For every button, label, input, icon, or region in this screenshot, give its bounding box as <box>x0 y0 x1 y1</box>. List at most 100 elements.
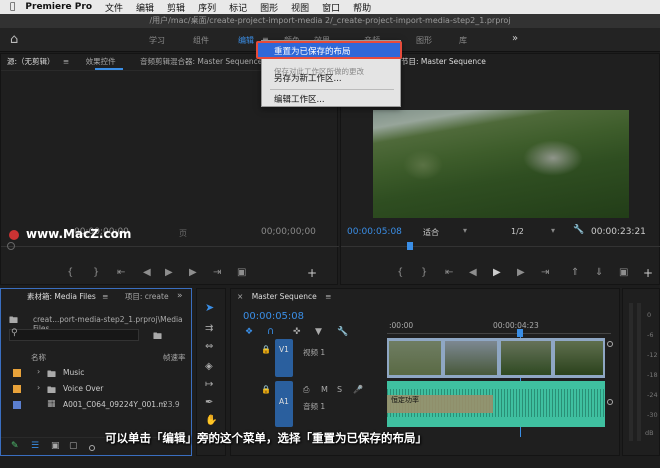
play-icon[interactable]: ▶ <box>165 267 173 278</box>
track-height-handle[interactable] <box>607 399 613 405</box>
menu-sequence[interactable]: 序列 <box>198 1 216 14</box>
menu-view[interactable]: 视图 <box>291 1 309 14</box>
program-mark-out-icon[interactable]: } <box>421 267 427 278</box>
go-to-in-icon[interactable]: ⇤ <box>117 267 125 278</box>
menu-edit[interactable]: 编辑 <box>136 1 154 14</box>
extract-icon[interactable]: ⇓ <box>595 267 603 278</box>
menu-markers[interactable]: 标记 <box>229 1 247 14</box>
add-button-icon[interactable]: + <box>307 266 317 280</box>
column-name[interactable]: 名称 <box>31 352 46 363</box>
tab-program[interactable]: 节目: Master Sequence <box>401 57 486 66</box>
a1-lock-icon[interactable]: 🔒 <box>261 385 271 394</box>
bin-search-input[interactable] <box>9 329 139 341</box>
mic-icon[interactable]: 🎤 <box>353 385 363 394</box>
more-workspaces-icon[interactable]: » <box>512 33 518 44</box>
tab-editing[interactable]: 编辑 <box>238 35 254 46</box>
tab-effect-controls[interactable]: 效果控件 <box>86 57 116 66</box>
resolution-dropdown-arrow-icon[interactable]: ▾ <box>551 226 555 235</box>
tab-assembly[interactable]: 组件 <box>193 35 209 46</box>
step-forward-icon[interactable]: ▶ <box>189 267 197 278</box>
menu-file[interactable]: 文件 <box>105 1 123 14</box>
tab-source[interactable]: 源:（无剪辑） <box>7 57 55 66</box>
solo-s-icon[interactable]: S <box>337 385 342 394</box>
nest-icon[interactable]: ❖ <box>245 327 253 337</box>
timeline-settings-icon[interactable]: 🔧 <box>337 327 348 337</box>
app-name[interactable]: Premiere Pro <box>25 2 92 12</box>
step-back-icon[interactable]: ◀ <box>143 267 151 278</box>
list-view-icon[interactable]: ☰ <box>31 441 39 451</box>
mark-in-icon[interactable]: { <box>67 267 73 278</box>
video-clip[interactable] <box>387 338 605 378</box>
program-timecode[interactable]: 00:00:05:08 <box>347 227 402 237</box>
home-icon[interactable]: ⌂ <box>10 32 18 47</box>
timeline-timecode[interactable]: 00:00:05:08 <box>243 311 304 322</box>
icon-view-icon[interactable]: ▣ <box>51 441 60 451</box>
slip-icon[interactable]: ↦ <box>205 379 213 390</box>
program-playhead[interactable] <box>407 242 413 250</box>
menu-item-edit-workspaces[interactable]: 编辑工作区... <box>274 93 325 105</box>
new-bin-icon[interactable]: 🖿 <box>153 329 162 345</box>
time-ruler[interactable] <box>387 333 611 334</box>
program-scrubber[interactable] <box>341 246 660 247</box>
disclosure-arrow-icon[interactable]: › <box>37 367 40 376</box>
program-go-to-out-icon[interactable]: ⇥ <box>541 267 549 278</box>
resolution-dropdown[interactable]: 1/2 <box>511 227 524 236</box>
tab-project[interactable]: 项目: create <box>125 292 169 301</box>
track-select-icon[interactable]: ⇉ <box>205 323 213 334</box>
program-step-back-icon[interactable]: ◀ <box>469 267 477 278</box>
timeline-menu-icon[interactable]: ≡ <box>325 292 331 301</box>
scrubber-handle-left[interactable] <box>7 242 15 250</box>
program-add-button-icon[interactable]: + <box>643 266 653 280</box>
freeform-view-icon[interactable]: ▢ <box>69 441 78 451</box>
column-frame-rate[interactable]: 帧速率 <box>163 352 186 363</box>
list-item[interactable]: › 🖿 Music <box>7 367 191 381</box>
snap-icon[interactable]: ∩ <box>267 326 274 337</box>
program-export-frame-icon[interactable]: ▣ <box>619 267 628 278</box>
tab-graphics[interactable]: 图形 <box>416 35 432 46</box>
pencil-icon[interactable]: ✎ <box>11 441 19 451</box>
audio-clip[interactable]: 恒定功率 <box>387 381 605 427</box>
fit-dropdown-arrow-icon[interactable]: ▾ <box>463 226 467 235</box>
fit-dropdown[interactable]: 适合 <box>423 227 439 238</box>
program-go-to-in-icon[interactable]: ⇤ <box>445 267 453 278</box>
add-marker-icon[interactable]: ▼ <box>315 327 322 337</box>
go-to-out-icon[interactable]: ⇥ <box>213 267 221 278</box>
close-tab-icon[interactable]: × <box>237 292 243 301</box>
program-play-icon[interactable]: ▶ <box>493 267 501 278</box>
track-height-handle[interactable] <box>607 341 613 347</box>
mark-out-icon[interactable]: } <box>93 267 99 278</box>
wrench-icon[interactable]: 🔧 <box>573 225 584 235</box>
list-item[interactable]: ▦ A001_C064_09224Y_001.m 23.9 <box>7 399 191 413</box>
disclosure-arrow-icon[interactable]: › <box>37 383 40 392</box>
menu-graphics[interactable]: 图形 <box>260 1 278 14</box>
tab-bin-media-files[interactable]: 素材箱: Media Files <box>27 292 96 301</box>
menu-item-save-as-new[interactable]: 另存为新工作区... <box>274 72 342 84</box>
razor-icon[interactable]: ◈ <box>205 361 213 372</box>
linked-selection-icon[interactable]: ✜ <box>293 327 301 337</box>
ripple-edit-icon[interactable]: ⇔ <box>205 341 213 352</box>
lift-icon[interactable]: ⇑ <box>571 267 579 278</box>
menu-help[interactable]: 帮助 <box>353 1 371 14</box>
tab-audio-clip-mixer[interactable]: 音频剪辑混合器: Master Sequence <box>140 57 262 66</box>
menu-clip[interactable]: 剪辑 <box>167 1 185 14</box>
v1-lock-icon[interactable]: 🔒 <box>261 345 271 354</box>
pen-icon[interactable]: ✒ <box>205 397 213 408</box>
selection-tool-icon[interactable]: ➤ <box>205 301 214 314</box>
tab-master-sequence[interactable]: Master Sequence <box>252 292 317 301</box>
solo-icon[interactable]: M <box>321 385 328 394</box>
bin-menu-icon[interactable]: ≡ <box>102 292 108 301</box>
tab-libraries[interactable]: 库 <box>459 35 467 46</box>
program-step-forward-icon[interactable]: ▶ <box>517 267 525 278</box>
export-frame-icon[interactable]: ▣ <box>237 267 246 278</box>
panel-menu-icon[interactable]: ≡ <box>63 57 69 66</box>
mute-icon[interactable]: ⎙ <box>303 385 309 395</box>
tab-learning[interactable]: 学习 <box>149 35 165 46</box>
zoom-slider-handle[interactable] <box>89 445 95 451</box>
menu-window[interactable]: 窗口 <box>322 1 340 14</box>
menu-item-reset-to-saved-layout[interactable]: 重置为已保存的布局 <box>256 41 402 59</box>
apple-icon[interactable]:  <box>10 2 15 12</box>
program-mark-in-icon[interactable]: { <box>397 267 403 278</box>
more-tabs-icon[interactable]: » <box>177 291 183 301</box>
hand-icon[interactable]: ✋ <box>205 415 217 426</box>
list-item[interactable]: › 🖿 Voice Over <box>7 383 191 397</box>
